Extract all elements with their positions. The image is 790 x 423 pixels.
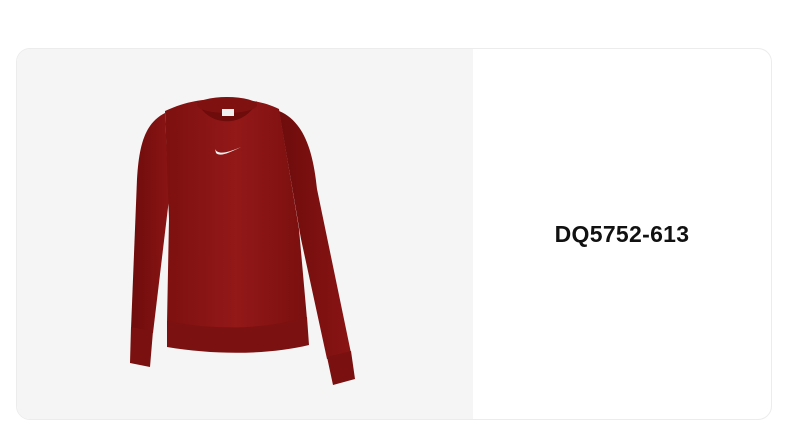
tag-label [222, 109, 234, 116]
product-image[interactable] [17, 49, 473, 419]
sweatshirt-icon [130, 97, 355, 385]
product-card[interactable]: DQ5752-613 [16, 48, 772, 420]
product-sku: DQ5752-613 [554, 220, 690, 247]
left-sleeve [131, 113, 169, 333]
product-info: DQ5752-613 [473, 49, 771, 419]
right-cuff [327, 351, 355, 385]
left-cuff [130, 327, 153, 367]
